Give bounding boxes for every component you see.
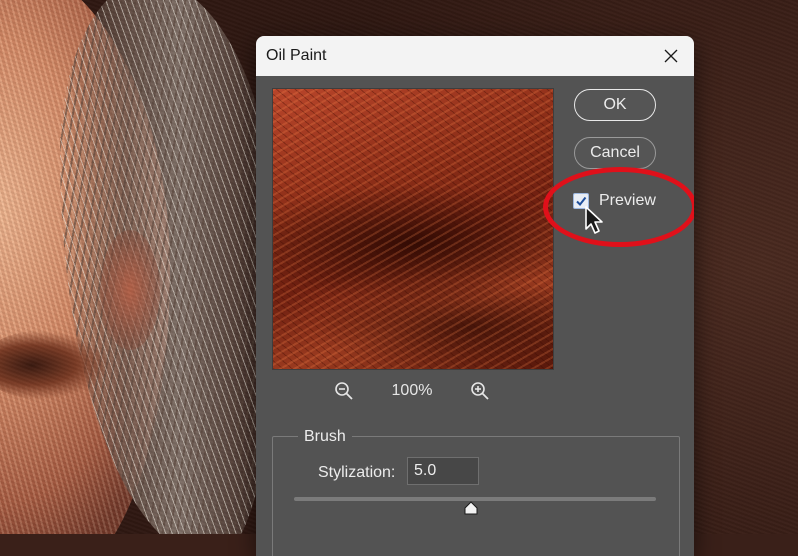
close-button[interactable] [648, 36, 694, 76]
cancel-button[interactable]: Cancel [574, 137, 656, 169]
zoom-controls: 100% [272, 378, 552, 404]
mouse-pointer-icon [585, 206, 603, 234]
ok-button[interactable]: OK [574, 89, 656, 121]
brush-group-label: Brush [298, 428, 352, 446]
brush-group [272, 436, 680, 556]
zoom-in-icon[interactable] [470, 381, 490, 401]
preview-label: Preview [599, 192, 656, 209]
close-icon [664, 49, 678, 63]
stylization-label: Stylization: [318, 464, 396, 481]
stylization-slider-thumb[interactable] [464, 501, 478, 515]
stylization-input[interactable] [407, 457, 479, 485]
zoom-level: 100% [391, 382, 433, 399]
filter-preview-image[interactable] [272, 88, 554, 370]
dialog-titlebar: Oil Paint [256, 36, 694, 76]
oil-paint-dialog: Oil Paint 100% OK Cancel Preview Brush S… [256, 36, 694, 556]
zoom-out-icon[interactable] [334, 381, 354, 401]
dialog-title: Oil Paint [266, 47, 327, 64]
